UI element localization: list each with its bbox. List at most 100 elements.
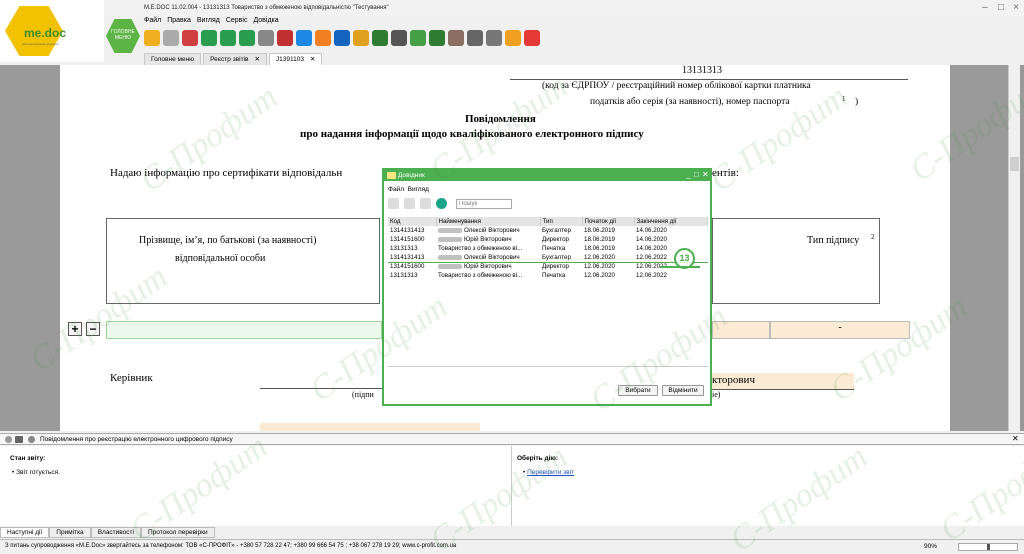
row-type: Печатка xyxy=(540,244,582,253)
medoc-logo: me.doc мій електронний документ xyxy=(0,0,104,62)
tab-check-log[interactable]: Протокол перевірки xyxy=(140,527,215,538)
export-icon[interactable] xyxy=(201,30,217,46)
document-info-title: Повідомлення про реєстрацію електронного… xyxy=(40,436,233,443)
bottom-panels: Стан звіту: • Звіт готується. Оберіть ді… xyxy=(0,446,1024,526)
redacted-surname xyxy=(438,264,462,270)
refresh-icon[interactable] xyxy=(429,30,445,46)
zoom-slider-thumb[interactable] xyxy=(987,544,990,550)
view-record-icon[interactable] xyxy=(404,198,415,209)
menu-view[interactable]: Вигляд xyxy=(197,17,220,24)
report-state-title: Стан звіту: xyxy=(10,455,46,462)
select-button[interactable]: Вибрати xyxy=(618,385,658,396)
head-name-field[interactable]: кторович xyxy=(712,373,854,389)
tab-properties[interactable]: Властивості xyxy=(90,527,141,538)
table-row-name-input[interactable] xyxy=(106,321,382,339)
print-icon[interactable] xyxy=(334,30,350,46)
key-icon[interactable] xyxy=(372,30,388,46)
new-doc-icon[interactable] xyxy=(144,30,160,46)
menu-edit[interactable]: Правка xyxy=(167,17,191,24)
row-end-text: 12.06.2022 xyxy=(636,272,667,279)
dialog-close-button[interactable]: ✕ xyxy=(702,170,709,179)
dialog-title: Довідник xyxy=(398,172,425,179)
directory-dialog: Довідник _ □ ✕ Файл Вигляд Код Найменува… xyxy=(382,168,712,406)
settings-icon[interactable] xyxy=(5,436,12,443)
chat-icon[interactable] xyxy=(524,30,540,46)
table-row-cell[interactable] xyxy=(712,321,770,339)
add-record-icon[interactable] xyxy=(388,198,399,209)
col-type[interactable]: Тип xyxy=(540,217,583,226)
minimize-button[interactable]: – xyxy=(978,2,992,14)
col-end[interactable]: Закінчення дії xyxy=(634,217,708,226)
add-icon[interactable] xyxy=(239,30,255,46)
report-state-panel: Стан звіту: • Звіт готується. xyxy=(0,446,512,526)
check-report-link[interactable]: Перевірити звіт xyxy=(527,469,574,476)
row-start: 18.06.2019 xyxy=(582,226,634,235)
main-menu-label: ГОЛОВНЕ МЕНЮ xyxy=(111,29,135,41)
print-icon[interactable] xyxy=(15,436,23,443)
col-code[interactable]: Код xyxy=(388,217,437,226)
attach-icon[interactable] xyxy=(28,436,35,443)
vertical-scrollbar[interactable] xyxy=(1008,65,1020,431)
table-header-name: Прізвище, ім’я, по батькові (за наявност… xyxy=(106,218,380,304)
tab-next-actions[interactable]: Наступні дії xyxy=(0,527,50,538)
dialog-maximize-button[interactable]: □ xyxy=(694,170,699,179)
scrollbar-thumb[interactable] xyxy=(1010,157,1019,171)
table-row[interactable]: 13131313 Товариство з обмеженою ві... Печа… xyxy=(388,271,708,280)
row-name-text: Олексій Вікторович xyxy=(464,253,520,261)
add-row-button[interactable]: + xyxy=(68,322,82,336)
import-icon[interactable] xyxy=(220,30,236,46)
tab-close-icon[interactable]: ✕ xyxy=(254,56,259,63)
tab-j1391103[interactable]: J1391103 ✕ xyxy=(268,53,323,65)
copy-icon[interactable] xyxy=(163,30,179,46)
refresh-icon[interactable] xyxy=(436,198,447,209)
tab-close-icon[interactable]: ✕ xyxy=(310,56,315,63)
minus-icon: − xyxy=(89,322,97,336)
search-icon[interactable] xyxy=(258,30,274,46)
send-icon[interactable] xyxy=(315,30,331,46)
tab-main-menu[interactable]: Головне меню xyxy=(144,53,202,65)
close-info-icon[interactable]: ✕ xyxy=(1012,434,1019,443)
clear-icon[interactable] xyxy=(277,30,293,46)
sign-icon[interactable] xyxy=(296,30,312,46)
menu-file[interactable]: Файл xyxy=(144,17,161,24)
logo-text: me.doc xyxy=(24,26,67,40)
table-row[interactable]: 1314131413 Олексій Вікторович Бухгалтер 18.… xyxy=(388,226,708,235)
col-start[interactable]: Початок дії xyxy=(582,217,635,226)
check-icon[interactable] xyxy=(410,30,426,46)
stamp-icon[interactable] xyxy=(467,30,483,46)
cancel-button[interactable]: Відмінити xyxy=(662,385,704,396)
edit-record-icon[interactable] xyxy=(420,198,431,209)
row-type: Бухгалтер xyxy=(540,226,582,235)
status-text: З питань супроводження «M.E.Doc» звертай… xyxy=(5,543,457,549)
code-note-line1: (код за ЄДРПОУ / реєстраційний номер обл… xyxy=(542,81,811,91)
menu-service[interactable]: Сервіс xyxy=(226,17,248,24)
main-menu-button[interactable]: ГОЛОВНЕ МЕНЮ xyxy=(106,19,140,53)
menu-help[interactable]: Довідка xyxy=(253,17,278,24)
dialog-search-input[interactable] xyxy=(456,199,512,209)
table-row[interactable]: 1314131413 Олексій Вікторович Бухгалтер 12.… xyxy=(388,253,708,262)
document-info-bar: Повідомлення про реєстрацію електронного… xyxy=(0,433,1024,445)
find-icon[interactable] xyxy=(391,30,407,46)
archive-icon[interactable] xyxy=(353,30,369,46)
remove-row-button[interactable]: − xyxy=(86,322,100,336)
intro-text-end: ентів: xyxy=(712,167,739,179)
settings-icon[interactable] xyxy=(486,30,502,46)
next-field[interactable] xyxy=(260,423,480,431)
col-name[interactable]: Найменування xyxy=(436,217,541,226)
book-icon[interactable] xyxy=(448,30,464,46)
table-row[interactable]: 1314151600 Юрій Вікторович Директор 18.06.2… xyxy=(388,235,708,244)
maximize-button[interactable]: □ xyxy=(994,2,1008,14)
dialog-minimize-button[interactable]: _ xyxy=(686,170,690,179)
help-icon[interactable] xyxy=(505,30,521,46)
table-row[interactable]: 13131313 Товариство з обмеженою ві... Печа… xyxy=(388,244,708,253)
tab-reports-registry[interactable]: Реєстр звітів ✕ xyxy=(203,53,267,65)
close-window-button[interactable]: × xyxy=(1009,2,1023,14)
zoom-slider[interactable] xyxy=(958,543,1018,551)
dialog-menu-file[interactable]: Файл xyxy=(388,186,404,193)
dialog-menu-view[interactable]: Вигляд xyxy=(408,186,429,193)
tab-note[interactable]: Примітка xyxy=(49,527,91,538)
delete-icon[interactable] xyxy=(182,30,198,46)
sign-type-cell[interactable]: - xyxy=(770,321,910,339)
row-type-text: Печатка xyxy=(542,272,566,279)
logo-subtitle: мій електронний документ xyxy=(22,42,59,46)
